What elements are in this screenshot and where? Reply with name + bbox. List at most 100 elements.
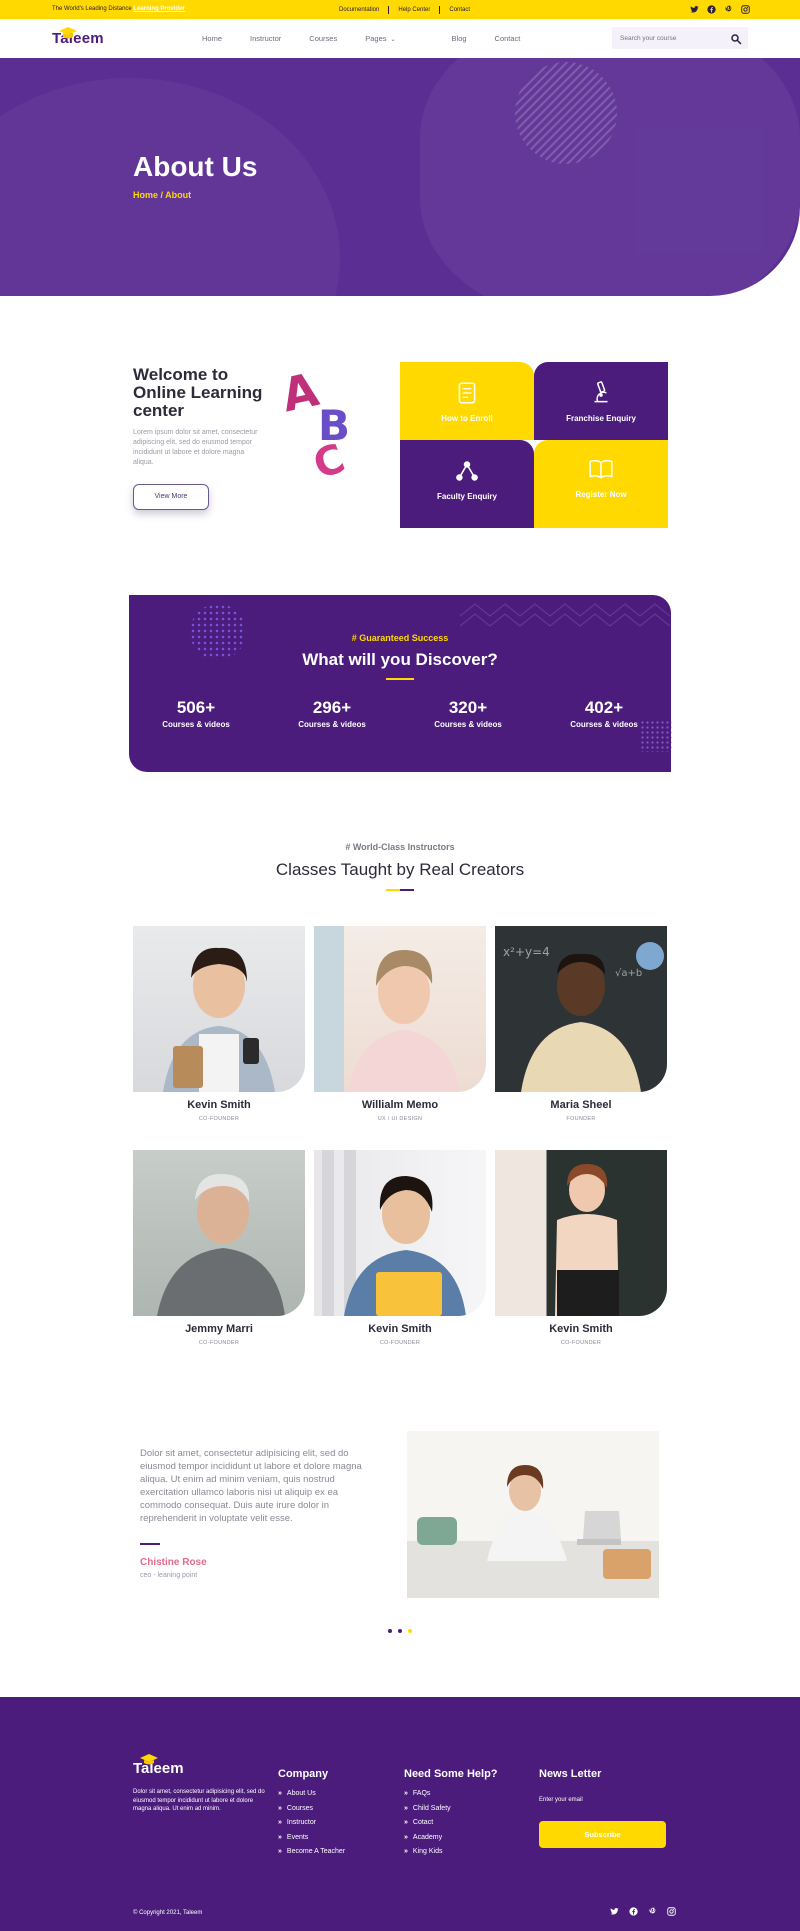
footer-link[interactable]: About Us — [278, 1790, 345, 1805]
view-more-button[interactable]: View More — [133, 484, 209, 510]
instructor-photo[interactable] — [314, 1150, 486, 1316]
pager-dot[interactable] — [388, 1629, 392, 1633]
instructor-role: CO-FOUNDER — [198, 1340, 240, 1346]
graduation-cap-icon — [59, 27, 77, 39]
pinterest-icon[interactable] — [648, 1907, 657, 1916]
footer-link[interactable]: Academy — [404, 1834, 451, 1849]
stat-item: 296+ Courses & videos — [272, 698, 392, 729]
top-link-help-center[interactable]: Help Center — [389, 6, 441, 14]
instagram-icon[interactable] — [667, 1907, 676, 1916]
stat-number: 296+ — [312, 698, 352, 717]
instructor-name[interactable]: Willialm Memo — [314, 1099, 486, 1111]
footer-link[interactable]: Instructor — [278, 1819, 345, 1834]
stat-item: 402+ Courses & videos — [544, 698, 664, 729]
footer-link[interactable]: Events — [278, 1834, 345, 1849]
testimonial-name: Chistine Rose — [140, 1557, 207, 1568]
discover-title: What will you Discover? — [302, 650, 498, 669]
instructor-photo[interactable]: x²+y=4 √a+b — [495, 926, 667, 1092]
tile-how-to-enroll[interactable]: How to Enroll — [400, 362, 534, 440]
nav-pages-label: Pages — [365, 34, 387, 43]
nav-contact[interactable]: Contact — [495, 34, 521, 43]
welcome-text: Lorem ipsum dolor sit amet, consectetur … — [133, 429, 258, 466]
footer — [0, 1697, 800, 1931]
instructor-name[interactable]: Jemmy Marri — [133, 1323, 305, 1335]
tagline-text: The World's Leading Distance — [52, 6, 132, 12]
tagline-link[interactable]: Learning Provider — [133, 6, 184, 12]
footer-link[interactable]: King Kids — [404, 1848, 451, 1863]
tile-label: Franchise Enquiry — [566, 414, 636, 423]
hero-banner — [0, 58, 800, 296]
newsletter-email-field[interactable]: Enter your email — [539, 1797, 583, 1803]
stat-label: Courses & videos — [162, 720, 230, 729]
instructor-name[interactable]: Kevin Smith — [133, 1099, 305, 1111]
facebook-icon[interactable] — [629, 1907, 638, 1916]
footer-link[interactable]: FAQs — [404, 1790, 451, 1805]
breadcrumb[interactable]: Home / About — [133, 190, 191, 200]
footer-help-links: FAQs Child Safety Cotact Academy King Ki… — [404, 1790, 451, 1863]
top-link-documentation[interactable]: Documentation — [330, 6, 390, 14]
search-input[interactable] — [620, 32, 720, 44]
graduation-cap-icon — [140, 1754, 158, 1765]
tile-label: Register Now — [575, 490, 627, 499]
testimonial-quote: Dolor sit amet, consectetur adipisicing … — [140, 1448, 362, 1524]
footer-link[interactable]: Courses — [278, 1805, 345, 1820]
hero-bg-shape — [0, 78, 340, 296]
stat-label: Courses & videos — [570, 720, 638, 729]
tile-register-now[interactable]: Register Now — [534, 440, 668, 528]
top-link-contact[interactable]: Contact — [440, 6, 479, 14]
title-underline — [386, 889, 414, 891]
stat-number: 402+ — [584, 698, 624, 717]
twitter-icon[interactable] — [690, 5, 699, 14]
pager-dot-active[interactable] — [408, 1629, 412, 1633]
instructor-name[interactable]: Kevin Smith — [314, 1323, 486, 1335]
nav-courses[interactable]: Courses — [309, 34, 337, 43]
instructor-photo[interactable] — [133, 1150, 305, 1316]
tile-label: Faculty Enquiry — [436, 492, 497, 501]
top-links: Documentation Help Center Contact — [330, 6, 479, 14]
subscribe-button[interactable]: Subscribe — [539, 1821, 666, 1848]
nav-pages[interactable]: Pages ⌄ — [365, 34, 423, 43]
nav-links: Home Instructor Courses Pages ⌄ Blog Cont… — [202, 34, 548, 43]
tile-faculty-enquiry[interactable]: Faculty Enquiry — [400, 440, 534, 528]
pinterest-icon[interactable] — [724, 5, 733, 14]
tile-franchise-enquiry[interactable]: Franchise Enquiry — [534, 362, 668, 440]
quote-divider — [140, 1543, 160, 1545]
instructor-name[interactable]: Maria Sheel — [495, 1099, 667, 1111]
footer-socials — [610, 1907, 676, 1916]
instructors-title: Classes Taught by Real Creators — [275, 860, 525, 879]
instructor-photo[interactable] — [314, 926, 486, 1092]
footer-link[interactable]: Cotact — [404, 1819, 451, 1834]
twitter-icon[interactable] — [610, 1907, 619, 1916]
logo[interactable]: Taleem — [52, 27, 104, 47]
book-icon — [588, 456, 614, 482]
pager-dot[interactable] — [398, 1629, 402, 1633]
search-box — [612, 27, 748, 49]
instructor-photo[interactable] — [495, 1150, 667, 1316]
nav-home[interactable]: Home — [202, 34, 222, 43]
instagram-icon[interactable] — [741, 5, 750, 14]
svg-text:√a+b: √a+b — [615, 968, 642, 979]
nav-blog[interactable]: Blog — [452, 34, 467, 43]
footer-description: Dolor sit amet, consectetur adipisicing … — [133, 1789, 265, 1812]
stat-item: 506+ Courses & videos — [136, 698, 256, 729]
facebook-icon[interactable] — [707, 5, 716, 14]
microscope-icon — [588, 380, 614, 406]
top-socials — [690, 5, 750, 14]
testimonial-pager — [388, 1629, 412, 1633]
abc-blocks-illustration: A B C — [282, 362, 351, 480]
footer-help-title: Need Some Help? — [404, 1768, 498, 1780]
testimonial-role: ceo - leaning point — [140, 1572, 198, 1579]
instructor-name[interactable]: Kevin Smith — [495, 1323, 667, 1335]
nav-instructor[interactable]: Instructor — [250, 34, 281, 43]
search-icon[interactable] — [730, 32, 742, 45]
stat-label: Courses & videos — [434, 720, 502, 729]
copyright: © Copyright 2021, Taleem — [133, 1910, 203, 1916]
svg-text:x²+y=4: x²+y=4 — [503, 945, 550, 959]
instructor-photo[interactable] — [133, 926, 305, 1092]
instructor-role: CO-FOUNDER — [198, 1116, 240, 1122]
footer-link[interactable]: Become A Teacher — [278, 1848, 345, 1863]
footer-link[interactable]: Child Safety — [404, 1805, 451, 1820]
footer-logo[interactable]: Taleem — [133, 1754, 184, 1778]
instructor-role: UX / UI DESIGN — [377, 1116, 423, 1122]
top-bar: The World's Leading Distance Learning Pr… — [0, 0, 800, 19]
